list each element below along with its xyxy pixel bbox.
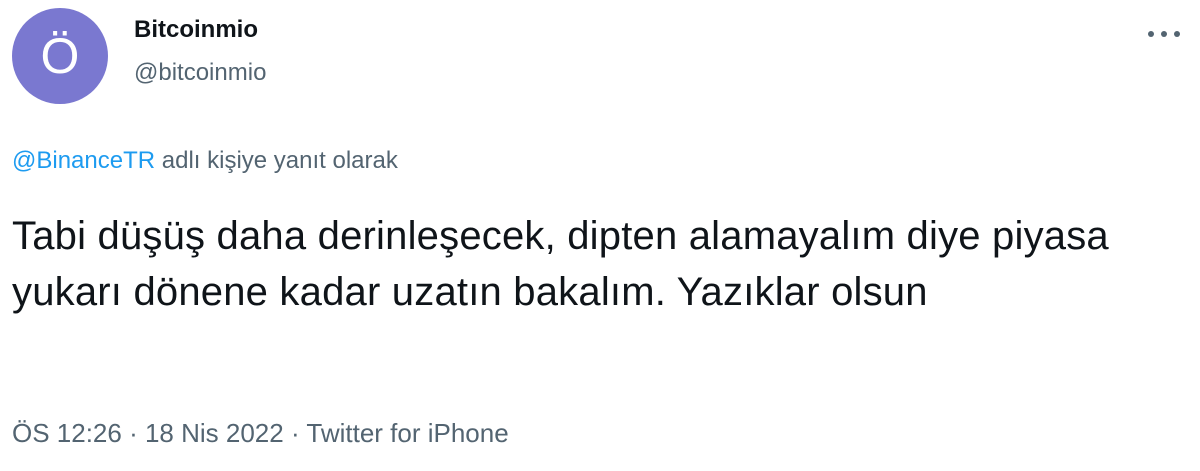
reply-context-text: adlı kişiye yanıt olarak (155, 147, 398, 174)
avatar[interactable]: Ö (12, 8, 108, 104)
more-horizontal-icon (1148, 31, 1180, 37)
meta-separator: · (283, 418, 307, 448)
tweet-metadata: ÖS 12:26 · 18 Nis 2022 · Twitter for iPh… (12, 416, 509, 450)
tweet-source-link[interactable]: Twitter for iPhone (306, 418, 508, 448)
tweet-card: Ö Bitcoinmio @bitcoinmio @BinanceTR adlı… (0, 0, 1200, 471)
avatar-letter: Ö (40, 28, 80, 84)
tweet-text: Tabi düşüş daha derinleşecek, dipten ala… (12, 214, 1109, 314)
tweet-date-link[interactable]: 18 Nis 2022 (145, 418, 284, 448)
reply-mention-link[interactable]: @BinanceTR (12, 147, 155, 174)
more-options-button[interactable] (1144, 20, 1184, 48)
meta-separator: · (121, 418, 145, 448)
reply-context: @BinanceTR adlı kişiye yanıt olarak (12, 145, 398, 177)
user-info[interactable]: Bitcoinmio @bitcoinmio (134, 14, 266, 89)
username[interactable]: @bitcoinmio (134, 57, 266, 89)
display-name[interactable]: Bitcoinmio (134, 14, 266, 46)
tweet-time-link[interactable]: ÖS 12:26 (12, 418, 122, 448)
